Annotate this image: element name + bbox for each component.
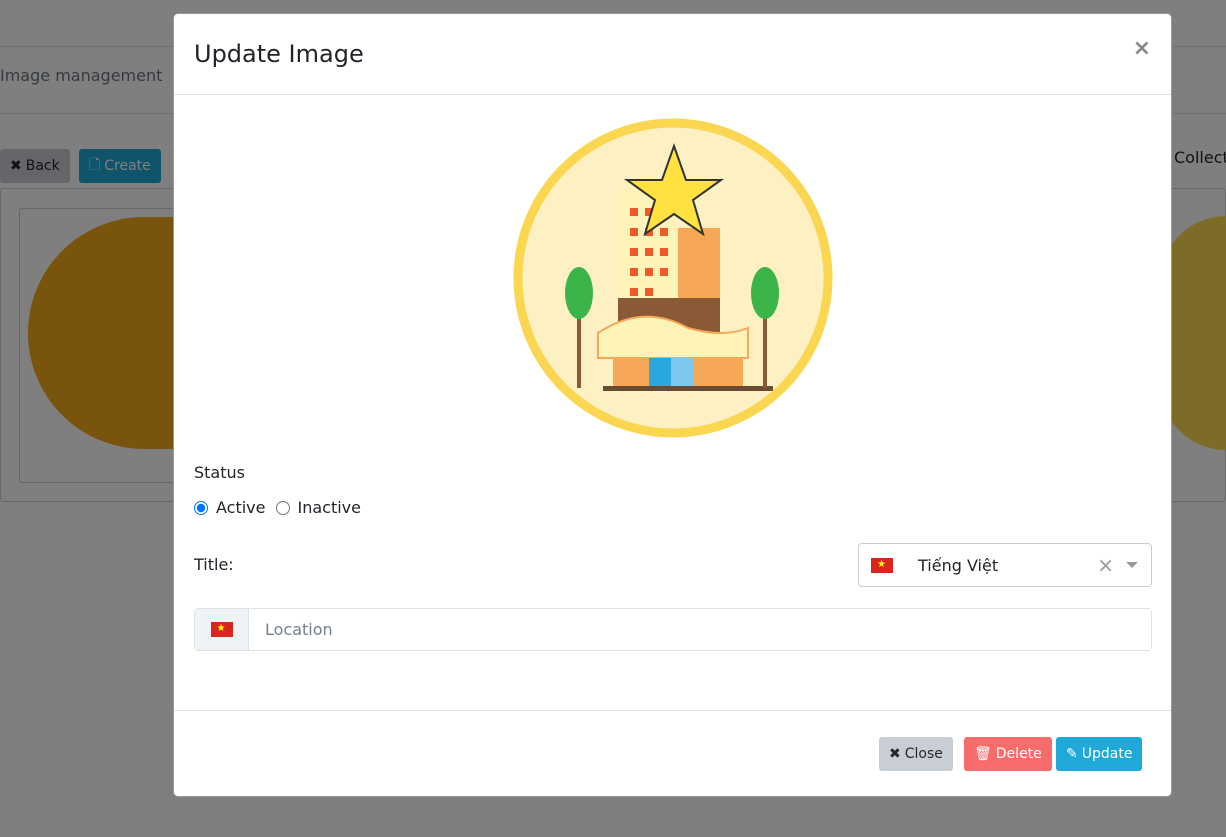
divider xyxy=(174,710,1171,711)
status-inactive-radio[interactable] xyxy=(275,500,290,515)
edit-icon: ✎ xyxy=(1066,746,1078,762)
language-addon xyxy=(195,609,249,650)
status-active-label[interactable]: Active xyxy=(216,498,266,517)
status-label: Status xyxy=(194,463,245,482)
modal-header: Update Image × xyxy=(174,14,1171,95)
image-preview[interactable] xyxy=(513,118,833,438)
vietnam-flag-icon xyxy=(210,622,233,637)
status-inactive-label[interactable]: Inactive xyxy=(298,498,362,517)
title-input[interactable] xyxy=(249,609,1151,650)
close-button[interactable]: ✖ Close xyxy=(879,737,953,771)
update-button[interactable]: ✎ Update xyxy=(1056,737,1143,771)
close-icon[interactable]: × xyxy=(1133,36,1151,61)
clear-icon[interactable]: × xyxy=(1097,553,1114,577)
vietnam-flag-icon xyxy=(871,557,893,573)
language-select-value: Tiếng Việt xyxy=(918,555,999,575)
update-image-modal: Update Image × Status Active Inactive Ti… xyxy=(173,13,1172,797)
chevron-down-icon[interactable] xyxy=(1126,562,1138,568)
close-icon: ✖ xyxy=(889,746,901,762)
status-active-radio[interactable] xyxy=(194,500,208,515)
title-label: Title: xyxy=(194,555,234,574)
modal-title: Update Image xyxy=(194,40,364,68)
trash-icon: 🗑 xyxy=(974,746,992,762)
status-radio-group: Active Inactive xyxy=(194,498,361,517)
title-input-group xyxy=(194,608,1152,651)
language-select[interactable]: Tiếng Việt × xyxy=(858,543,1152,587)
delete-button[interactable]: 🗑 Delete xyxy=(964,737,1052,771)
